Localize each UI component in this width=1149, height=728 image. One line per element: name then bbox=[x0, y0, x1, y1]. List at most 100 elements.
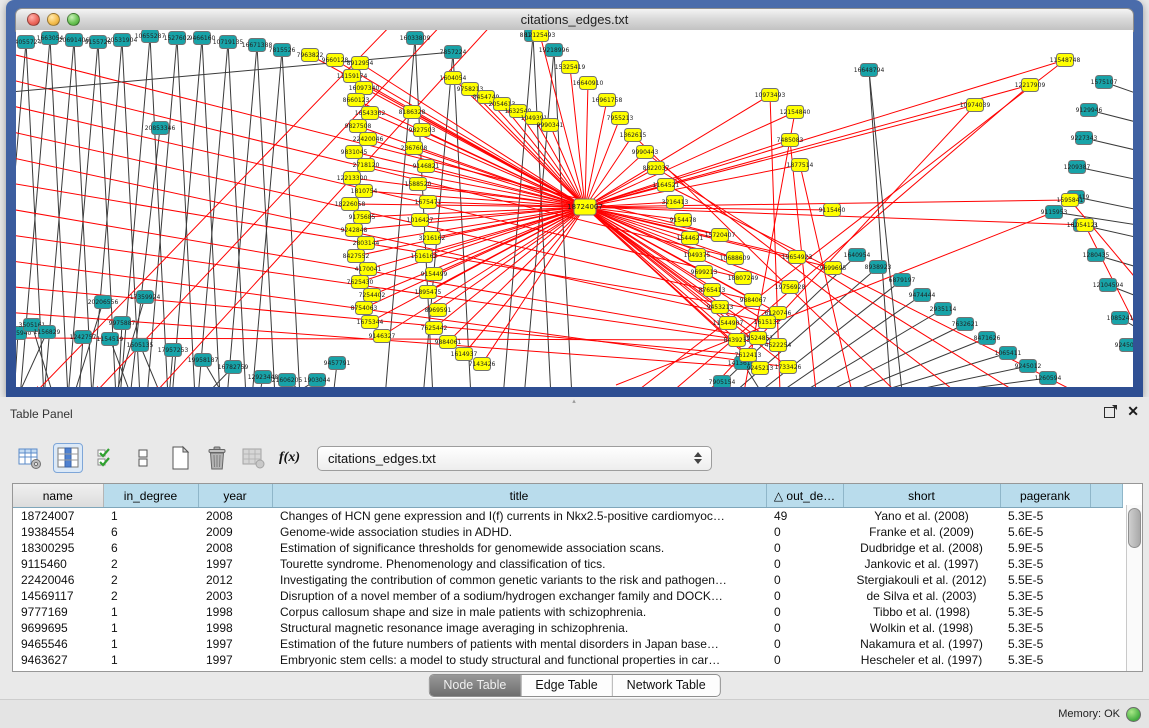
cited-node[interactable]: 9175685 bbox=[349, 211, 376, 224]
cell-title[interactable]: Estimation of the future numbers of pati… bbox=[272, 636, 766, 652]
zoom-window-button[interactable] bbox=[67, 13, 80, 26]
network-node[interactable]: 1505135 bbox=[127, 339, 154, 352]
column-attributes-button[interactable] bbox=[16, 444, 44, 472]
column-header-pagerank[interactable]: pagerank bbox=[1000, 484, 1090, 508]
cell-pagerank[interactable]: 5.3E-5 bbox=[1000, 508, 1090, 525]
cell-out_degree[interactable]: 0 bbox=[766, 572, 843, 588]
cell-name[interactable]: 14569117 bbox=[13, 588, 103, 604]
cell-year[interactable]: 2008 bbox=[198, 540, 272, 556]
cell-pagerank[interactable]: 5.5E-5 bbox=[1000, 572, 1090, 588]
table-row[interactable]: 977716911998Corpus callosum shape and si… bbox=[13, 604, 1123, 620]
cited-node[interactable]: 12217909 bbox=[1015, 79, 1046, 92]
cell-pagerank[interactable]: 5.3E-5 bbox=[1000, 556, 1090, 572]
cited-node[interactable]: 1049375 bbox=[684, 249, 711, 262]
show-column-button[interactable] bbox=[53, 443, 83, 473]
table-row[interactable]: 1872400712008Changes of HCN gene express… bbox=[13, 508, 1123, 525]
network-node[interactable]: 9245012 bbox=[1015, 360, 1042, 373]
cell-out_degree[interactable]: 0 bbox=[766, 556, 843, 572]
network-node[interactable]: 20853346 bbox=[145, 122, 176, 135]
network-node[interactable]: 2935114 bbox=[930, 303, 957, 316]
cited-node[interactable]: 9154478 bbox=[670, 214, 697, 227]
cell-pagerank[interactable]: 5.3E-5 bbox=[1000, 620, 1090, 636]
cited-node[interactable]: 8427552 bbox=[343, 250, 370, 263]
select-all-button[interactable] bbox=[92, 444, 120, 472]
cell-name[interactable]: 9463627 bbox=[13, 652, 103, 668]
column-header-short[interactable]: short bbox=[843, 484, 1000, 508]
cell-name[interactable]: 9699695 bbox=[13, 620, 103, 636]
cell-short[interactable]: Stergiakouli et al. (2012) bbox=[843, 572, 1000, 588]
cell-in_degree[interactable]: 1 bbox=[103, 652, 198, 668]
cell-short[interactable]: de Silva et al. (2003) bbox=[843, 588, 1000, 604]
network-node[interactable]: 1527602 bbox=[164, 32, 191, 45]
tab-network-table[interactable]: Network Table bbox=[612, 675, 720, 696]
cell-short[interactable]: Jankovic et al. (1997) bbox=[843, 556, 1000, 572]
cell-year[interactable]: 1997 bbox=[198, 556, 272, 572]
network-node[interactable]: 7905154 bbox=[709, 376, 736, 388]
cell-year[interactable]: 2009 bbox=[198, 524, 272, 540]
network-node[interactable]: 1575107 bbox=[1091, 76, 1118, 89]
cited-node[interactable]: 8822037 bbox=[643, 162, 670, 175]
delete-column-button-disabled[interactable] bbox=[240, 444, 268, 472]
network-node[interactable]: 9245013 bbox=[1115, 339, 1133, 352]
network-node[interactable]: 17957253 bbox=[158, 344, 189, 357]
network-canvas[interactable]: 2405572416630542069140691557262053190410… bbox=[16, 30, 1133, 387]
cell-pagerank[interactable]: 5.3E-5 bbox=[1000, 652, 1090, 668]
cited-node[interactable]: 10973493 bbox=[755, 89, 786, 102]
cited-node[interactable]: 7485083 bbox=[777, 134, 804, 147]
cell-in_degree[interactable]: 2 bbox=[103, 588, 198, 604]
cell-pagerank[interactable]: 5.3E-5 bbox=[1000, 588, 1090, 604]
cited-node[interactable]: 3216413 bbox=[662, 196, 689, 209]
cited-node[interactable]: 9884061 bbox=[435, 336, 462, 349]
cited-node[interactable]: 2803144 bbox=[353, 237, 380, 250]
cell-year[interactable]: 1997 bbox=[198, 636, 272, 652]
cell-short[interactable]: Hescheler et al. (1997) bbox=[843, 652, 1000, 668]
column-header-out_degree[interactable]: △ out_de… bbox=[766, 484, 843, 508]
network-node[interactable]: 9227343 bbox=[1071, 132, 1098, 145]
minimize-window-button[interactable] bbox=[47, 13, 60, 26]
cell-name[interactable]: 18724007 bbox=[13, 508, 103, 525]
column-header-name[interactable]: name bbox=[13, 484, 103, 508]
cell-in_degree[interactable]: 2 bbox=[103, 572, 198, 588]
cell-title[interactable]: Estimation of significance thresholds fo… bbox=[272, 540, 766, 556]
column-header-in_degree[interactable]: in_degree bbox=[103, 484, 198, 508]
cell-year[interactable]: 1997 bbox=[198, 652, 272, 668]
cited-node[interactable]: 10688609 bbox=[720, 252, 751, 265]
cell-out_degree[interactable]: 0 bbox=[766, 652, 843, 668]
cell-name[interactable]: 9777169 bbox=[13, 604, 103, 620]
window-titlebar[interactable]: citations_edges.txt bbox=[15, 8, 1134, 32]
cell-name[interactable]: 19384554 bbox=[13, 524, 103, 540]
cell-pagerank[interactable]: 5.3E-5 bbox=[1000, 604, 1090, 620]
network-node[interactable]: 7815526 bbox=[269, 44, 296, 57]
network-node[interactable]: 1280435 bbox=[1083, 249, 1110, 262]
cell-in_degree[interactable]: 6 bbox=[103, 524, 198, 540]
cited-node[interactable]: 9660128 bbox=[322, 54, 349, 67]
cell-pagerank[interactable]: 5.3E-5 bbox=[1000, 636, 1090, 652]
cited-node[interactable]: 12213300 bbox=[337, 172, 368, 185]
cited-node[interactable]: 10974039 bbox=[960, 99, 991, 112]
network-node[interactable]: 10719135 bbox=[213, 36, 244, 49]
delete-table-button[interactable] bbox=[203, 444, 231, 472]
table-row[interactable]: 1456911722003Disruption of a novel membe… bbox=[13, 588, 1123, 604]
network-node[interactable]: 9466160 bbox=[189, 32, 216, 45]
cell-short[interactable]: Franke et al. (2009) bbox=[843, 524, 1000, 540]
cited-node[interactable]: 9827508 bbox=[345, 120, 372, 133]
cited-node[interactable]: 22420046 bbox=[353, 133, 384, 146]
cited-node[interactable]: 9115460 bbox=[819, 204, 846, 217]
cell-out_degree[interactable]: 0 bbox=[766, 620, 843, 636]
cell-short[interactable]: Nakamura et al. (1997) bbox=[843, 636, 1000, 652]
table-row[interactable]: 946362711997Embryonic stem cells: a mode… bbox=[13, 652, 1123, 668]
cited-node[interactable]: 1877514 bbox=[787, 159, 814, 172]
cell-short[interactable]: Tibbo et al. (1998) bbox=[843, 604, 1000, 620]
cited-node[interactable]: 9146821 bbox=[413, 160, 440, 173]
cell-in_degree[interactable]: 1 bbox=[103, 620, 198, 636]
cited-node[interactable]: 15325419 bbox=[555, 61, 586, 74]
cell-in_degree[interactable]: 2 bbox=[103, 556, 198, 572]
network-node[interactable]: 1154519 bbox=[97, 333, 124, 346]
cell-title[interactable]: Genome-wide association studies in ADHD. bbox=[272, 524, 766, 540]
close-window-button[interactable] bbox=[27, 13, 40, 26]
splitter-handle[interactable]: ▴ bbox=[565, 398, 583, 405]
cited-node[interactable]: 16640910 bbox=[573, 77, 604, 90]
table-row[interactable]: 946554611997Estimation of the future num… bbox=[13, 636, 1123, 652]
cell-in_degree[interactable]: 1 bbox=[103, 636, 198, 652]
cited-node[interactable]: 1588520 bbox=[405, 178, 432, 191]
